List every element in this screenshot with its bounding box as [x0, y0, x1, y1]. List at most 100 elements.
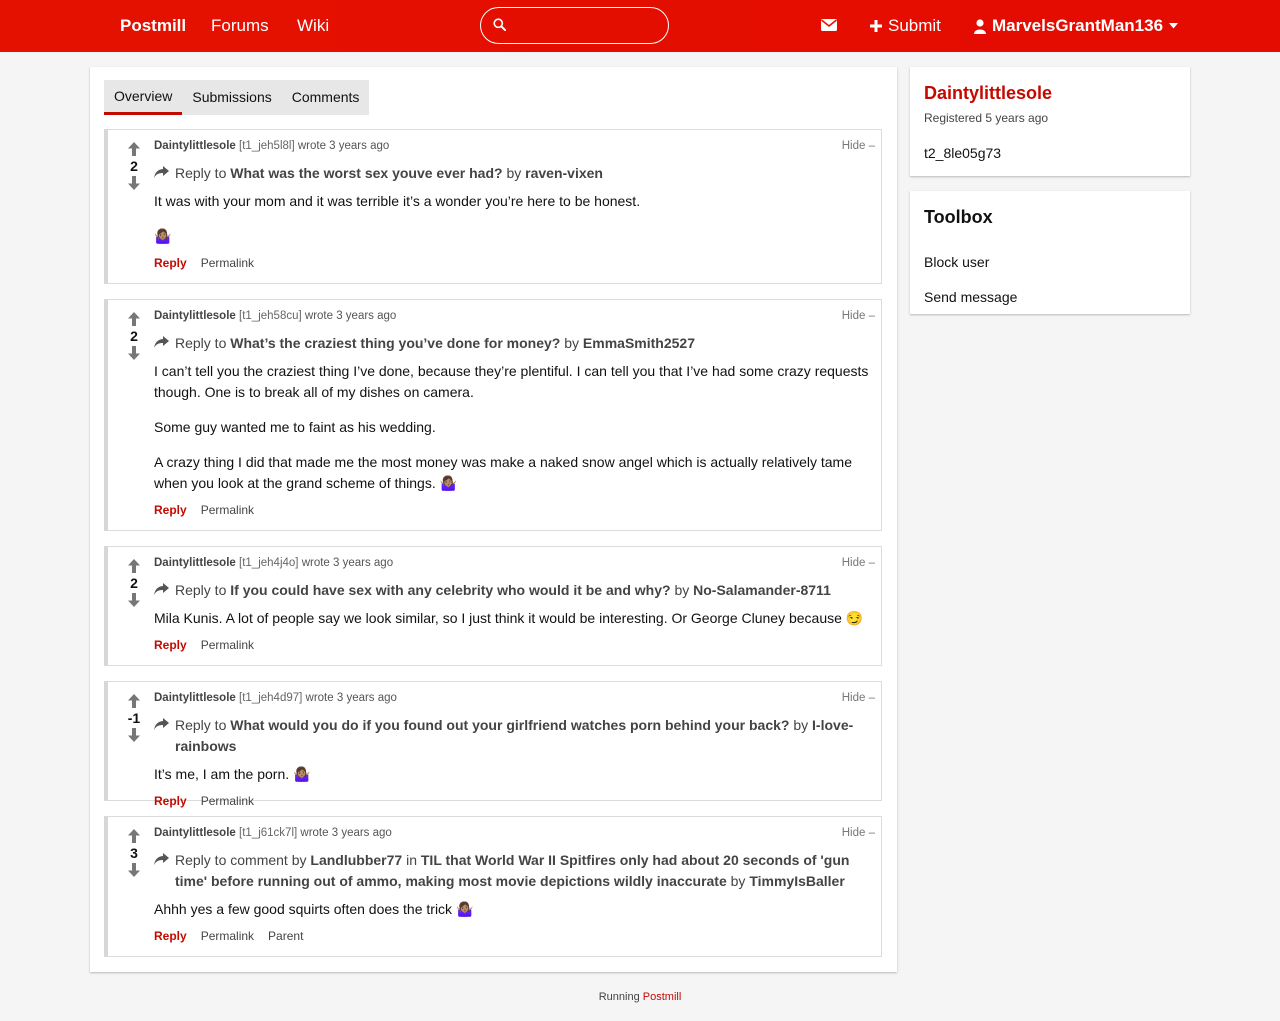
- toolbox-card: Toolbox Block user Send message: [910, 191, 1190, 314]
- reply-author-link[interactable]: No-Salamander-8711: [693, 582, 831, 598]
- comment-author[interactable]: Daintylittlesole: [154, 557, 236, 569]
- reply-context: Reply to What’s the craziest thing you’v…: [154, 333, 871, 354]
- reply-button[interactable]: Reply: [154, 794, 187, 808]
- toolbox-title: Toolbox: [924, 207, 993, 227]
- comment-author[interactable]: Daintylittlesole: [154, 692, 236, 704]
- reply-button[interactable]: Reply: [154, 503, 187, 517]
- reply-button[interactable]: Reply: [154, 638, 187, 652]
- comment-text: I can’t tell you the craziest thing I’ve…: [154, 361, 871, 494]
- reply-prefix: Reply to: [175, 717, 227, 733]
- submit-button[interactable]: Submit: [870, 16, 941, 36]
- profile-username[interactable]: Daintylittlesole: [924, 83, 1052, 104]
- comment-time: wrote 3 years ago: [305, 692, 397, 704]
- comment-id: [t1_jeh4j4o]: [239, 557, 299, 569]
- permalink-link[interactable]: Permalink: [201, 638, 254, 652]
- brand-link[interactable]: Postmill: [120, 16, 186, 36]
- reply-arrow-icon: [154, 853, 169, 865]
- upvote-icon[interactable]: [128, 559, 140, 573]
- comment-body: Daintylittlesole [t1_jeh5l8l] wrote 3 ye…: [154, 140, 871, 270]
- parent-link[interactable]: Parent: [268, 929, 303, 943]
- upvote-icon[interactable]: [128, 829, 140, 843]
- reply-title-link[interactable]: What would you do if you found out your …: [230, 717, 789, 733]
- downvote-icon[interactable]: [128, 346, 140, 360]
- permalink-link[interactable]: Permalink: [201, 794, 254, 808]
- comment-actions: Reply Permalink Parent: [154, 929, 871, 943]
- block-user-link[interactable]: Block user: [924, 254, 989, 270]
- comment-meta: Daintylittlesole [t1_jeh5l8l] wrote 3 ye…: [154, 140, 871, 152]
- permalink-link[interactable]: Permalink: [201, 256, 254, 270]
- tab-submissions[interactable]: Submissions: [182, 80, 281, 115]
- user-icon: [974, 18, 986, 34]
- submit-label: Submit: [888, 16, 941, 35]
- reply-author-link[interactable]: TimmyIsBaller: [749, 873, 844, 889]
- upvote-icon[interactable]: [128, 312, 140, 326]
- comment-text: Ahhh yes a few good squirts often does t…: [154, 899, 871, 920]
- comment-actions: Reply Permalink: [154, 638, 871, 652]
- parent-author-link[interactable]: Landlubber77: [310, 852, 402, 868]
- comment-time: wrote 3 years ago: [304, 310, 397, 322]
- reply-button[interactable]: Reply: [154, 256, 187, 270]
- envelope-icon[interactable]: [821, 18, 837, 32]
- score: 3: [130, 845, 138, 861]
- user-menu-button[interactable]: MarvelsGrantMan136: [974, 16, 1179, 36]
- score: 2: [130, 158, 138, 174]
- score: 2: [130, 328, 138, 344]
- reply-title-link[interactable]: If you could have sex with any celebrity…: [230, 582, 670, 598]
- reply-context: Reply to What would you do if you found …: [154, 715, 871, 757]
- footer-postmill-link[interactable]: Postmill: [643, 991, 682, 1003]
- comment-time: wrote 3 years ago: [301, 557, 394, 569]
- reply-by: by: [730, 873, 746, 889]
- vote-box: 2: [122, 559, 146, 607]
- comment-paragraph: I can’t tell you the craziest thing I’ve…: [154, 363, 869, 400]
- downvote-icon[interactable]: [128, 593, 140, 607]
- downvote-icon[interactable]: [128, 176, 140, 190]
- downvote-icon[interactable]: [128, 728, 140, 742]
- comment-item: -1 Hide – Daintylittlesole [t1_jeh4d97] …: [104, 681, 882, 808]
- comment-paragraph: A crazy thing I did that made me the mos…: [154, 454, 853, 491]
- comment-paragraph: 🤷🏽‍♀️: [154, 228, 172, 244]
- nav-wiki-link[interactable]: Wiki: [297, 16, 329, 36]
- tab-overview[interactable]: Overview: [104, 80, 183, 115]
- permalink-link[interactable]: Permalink: [201, 503, 254, 517]
- search-input[interactable]: [513, 14, 658, 38]
- reply-in: in: [406, 852, 417, 868]
- reply-context: Reply to comment by Landlubber77 in TIL …: [154, 850, 871, 892]
- upvote-icon[interactable]: [128, 694, 140, 708]
- comment-author[interactable]: Daintylittlesole: [154, 310, 236, 322]
- nav-forums-link[interactable]: Forums: [211, 16, 269, 36]
- reply-by: by: [564, 335, 580, 351]
- reply-by: by: [793, 717, 809, 733]
- comment-body: Daintylittlesole [t1_jeh4d97] wrote 3 ye…: [154, 692, 871, 808]
- reply-title-link[interactable]: What was the worst sex youve ever had?: [230, 165, 502, 181]
- reply-context: Reply to If you could have sex with any …: [154, 580, 871, 601]
- reply-prefix: Reply to: [175, 582, 227, 598]
- reply-prefix: Reply to: [175, 165, 227, 181]
- downvote-icon[interactable]: [128, 863, 140, 877]
- comment-text: Mila Kunis. A lot of people say we look …: [154, 608, 871, 629]
- send-message-link[interactable]: Send message: [924, 289, 1017, 305]
- plus-icon: [870, 20, 882, 32]
- tab-comments[interactable]: Comments: [282, 80, 370, 115]
- registered-date: Registered 5 years ago: [924, 111, 1049, 125]
- reply-prefix: Reply to: [175, 335, 227, 351]
- comment-item: 2 Hide – Daintylittlesole [t1_jeh4j4o] w…: [104, 546, 882, 666]
- comment-actions: Reply Permalink: [154, 256, 871, 270]
- reply-author-link[interactable]: EmmaSmith2527: [583, 335, 695, 351]
- search-icon: [493, 18, 506, 31]
- reply-title-link[interactable]: What’s the craziest thing you’ve done fo…: [230, 335, 560, 351]
- comment-body: Daintylittlesole [t1_jeh4j4o] wrote 3 ye…: [154, 557, 871, 652]
- comment-id: [t1_jeh5l8l]: [239, 140, 295, 152]
- search-box: [480, 7, 669, 44]
- reply-arrow-icon: [154, 336, 169, 348]
- reply-button[interactable]: Reply: [154, 929, 187, 943]
- comment-paragraph: It’s me, I am the porn. 🤷🏽‍♀️: [154, 766, 311, 782]
- comment-text: It’s me, I am the porn. 🤷🏽‍♀️: [154, 764, 871, 785]
- permalink-link[interactable]: Permalink: [201, 929, 254, 943]
- comment-item: 2 Hide – Daintylittlesole [t1_jeh58cu] w…: [104, 299, 882, 531]
- reply-author-link[interactable]: raven-vixen: [525, 165, 603, 181]
- upvote-icon[interactable]: [128, 142, 140, 156]
- comment-author[interactable]: Daintylittlesole: [154, 827, 236, 839]
- comment-id: [t1_jeh58cu]: [239, 310, 302, 322]
- reply-by: by: [506, 165, 522, 181]
- comment-author[interactable]: Daintylittlesole: [154, 140, 236, 152]
